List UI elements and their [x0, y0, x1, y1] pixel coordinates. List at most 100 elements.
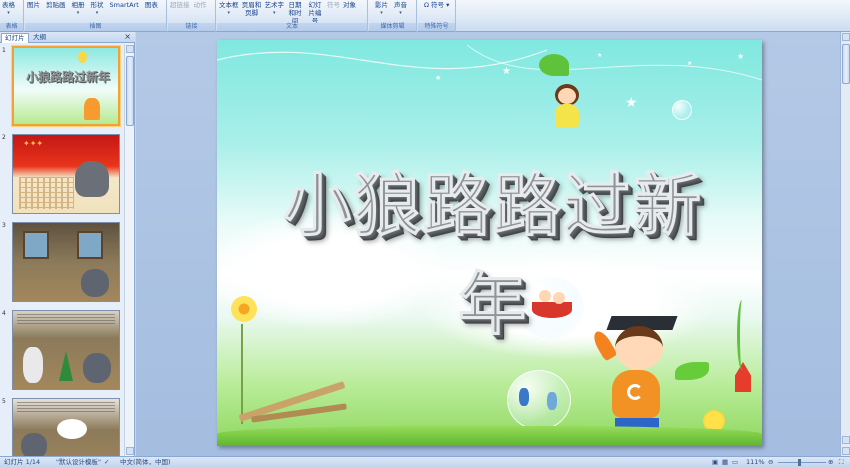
group-label-special-symbols: 特殊符号	[418, 23, 455, 31]
special-symbol-button[interactable]: Ω 符号 ▾	[424, 1, 449, 23]
fit-window-button[interactable]: ⛶	[839, 457, 844, 467]
flower-icon	[229, 294, 259, 324]
spellcheck-icon[interactable]: ✓	[104, 457, 109, 467]
wordart-button[interactable]: 艺术字 ▾	[265, 1, 285, 23]
ribbon-group-illustrations: 图片 剪贴画 相册 ▾ 形状 ▾ SmartArt 图表 插图	[25, 0, 167, 32]
hyperlink-button[interactable]: 超链接	[170, 1, 190, 23]
movie-button[interactable]: 影片 ▾	[375, 1, 388, 23]
ribbon-group-table: 表格 ▾ 表格	[0, 0, 24, 32]
status-bar: 幻灯片 1/14 "默认设计模板" ✓ 中文(简体，中国) ▣ ▦ ▭ 111%…	[0, 456, 850, 467]
thumb-title: 小狼路路过新年	[25, 70, 110, 84]
thumb-girl-figure	[78, 51, 87, 63]
thumb-window	[77, 231, 103, 259]
scroll-thumb[interactable]	[126, 56, 134, 126]
slideshow-button[interactable]: ▭	[732, 457, 738, 467]
thumb-text-lines	[17, 402, 115, 412]
scroll-up-button[interactable]	[842, 33, 850, 41]
panel-tabs: 幻灯片 大纲 ×	[0, 32, 135, 43]
thumb-wolf-figure	[75, 161, 109, 197]
album-button[interactable]: 相册 ▾	[72, 1, 85, 23]
flower-stem	[241, 324, 243, 424]
slide-thumbnail-3[interactable]	[12, 222, 120, 302]
next-slide-button[interactable]	[842, 447, 850, 455]
header-footer-button[interactable]: 页眉和页脚	[242, 1, 262, 23]
star-icon: ★	[687, 60, 693, 67]
shapes-button[interactable]: 形状 ▾	[91, 1, 104, 23]
slide-number: 4	[2, 310, 6, 317]
thumb-tree	[59, 351, 73, 381]
slide-number: 3	[2, 222, 6, 229]
thumb-window	[23, 231, 49, 259]
thumb-speech-cloud	[57, 419, 87, 439]
zoom-level[interactable]: 111%	[746, 457, 765, 467]
smartart-button[interactable]: SmartArt	[110, 1, 139, 23]
star-icon: ★	[625, 95, 638, 111]
star-icon: ★	[597, 52, 603, 59]
picture-button[interactable]: 图片	[27, 1, 40, 23]
zoom-out-button[interactable]: ⊖	[768, 457, 773, 467]
action-button[interactable]: 动作	[194, 1, 207, 23]
slide-workspace: ★ ★ ★ ★ ★ ★ 小狼路路过新年	[136, 32, 850, 456]
thumb-text-lines	[17, 314, 115, 324]
language-indicator[interactable]: 中文(简体，中国)	[120, 457, 171, 467]
scroll-down-button[interactable]	[126, 447, 134, 455]
slide-scrollbar[interactable]	[840, 32, 850, 456]
ribbon-group-special-symbols: Ω 符号 ▾ 特殊符号	[418, 0, 456, 32]
sled-figure	[532, 302, 572, 318]
boy-shirt-logo-icon	[627, 384, 643, 400]
previous-slide-button[interactable]	[842, 436, 850, 444]
symbol-button-disabled[interactable]: 符号	[327, 1, 340, 23]
bubble-shape	[672, 100, 692, 120]
slide-thumbnail-4[interactable]	[12, 310, 120, 390]
group-label-media: 媒体剪辑	[369, 23, 416, 31]
zoom-slider-thumb[interactable]	[798, 459, 801, 466]
thumb-wolf-figure	[83, 353, 111, 383]
star-icon: ★	[435, 74, 442, 82]
scroll-thumb[interactable]	[842, 44, 850, 84]
kid-figure	[547, 392, 557, 410]
slide-thumbnail-5[interactable]	[12, 398, 120, 456]
kid-figure	[519, 388, 529, 406]
object-button[interactable]: 对象	[343, 1, 356, 23]
thumb-rabbit-figure	[23, 347, 43, 383]
thumb-calendar-grid	[19, 177, 74, 209]
clipart-button[interactable]: 剪贴画	[46, 1, 66, 23]
zoom-slider[interactable]	[778, 462, 826, 463]
thumb-boy-figure	[84, 98, 100, 120]
group-label-illustrations: 插图	[25, 23, 166, 31]
zoom-in-button[interactable]: ⊕	[828, 457, 833, 467]
thumb-decoration: ✦✦✦	[23, 139, 44, 148]
tab-outline[interactable]: 大纲	[30, 33, 49, 43]
slide-thumbnail-1[interactable]: 小狼路路过新年	[12, 46, 120, 126]
thumb-wolf-figure	[81, 269, 109, 297]
star-icon: ★	[502, 66, 511, 77]
textbox-button[interactable]: 文本框 ▾	[219, 1, 239, 23]
ribbon-group-links: 超链接 动作 链接	[168, 0, 216, 32]
panel-scrollbar[interactable]	[124, 44, 134, 456]
slide-position: 幻灯片 1/14	[4, 458, 41, 466]
slide-thumbnail-2[interactable]: ✦✦✦	[12, 134, 120, 214]
chart-button[interactable]: 图表	[145, 1, 158, 23]
thumb-wolf-figure	[21, 433, 47, 456]
tab-slides[interactable]: 幻灯片	[1, 33, 29, 43]
star-icon: ★	[737, 52, 745, 61]
close-panel-button[interactable]: ×	[124, 32, 131, 41]
slides-panel: 幻灯片 大纲 × 1 小狼路路过新年 2 ✦✦✦ 3 4 5	[0, 32, 135, 456]
table-button[interactable]: 表格 ▾	[2, 1, 15, 23]
leaf-umbrella-icon	[539, 54, 569, 76]
scroll-up-button[interactable]	[126, 45, 134, 53]
girl-face	[558, 88, 576, 104]
slide-number: 5	[2, 398, 6, 405]
normal-view-button[interactable]: ▣	[712, 457, 718, 467]
ribbon-group-text: 文本框 ▾ 页眉和页脚 艺术字 ▾ 日期和时间 幻灯片编号 符号 对象 文本	[217, 0, 368, 32]
sound-button[interactable]: 声音 ▾	[394, 1, 407, 23]
group-label-table: 表格	[0, 23, 23, 31]
slide-number-button[interactable]: 幻灯片编号	[306, 1, 324, 25]
ribbon: 表格 ▾ 表格 图片 剪贴画 相册 ▾ 形状 ▾ SmartArt 图表 插图 超链接…	[0, 0, 850, 32]
slide-sorter-button[interactable]: ▦	[722, 457, 728, 467]
datetime-button[interactable]: 日期和时间	[287, 1, 303, 25]
kid-face	[539, 290, 551, 302]
group-label-links: 链接	[168, 23, 215, 31]
ribbon-group-media: 影片 ▾ 声音 ▾ 媒体剪辑	[369, 0, 417, 32]
slide-canvas[interactable]: ★ ★ ★ ★ ★ ★ 小狼路路过新年	[217, 40, 762, 446]
